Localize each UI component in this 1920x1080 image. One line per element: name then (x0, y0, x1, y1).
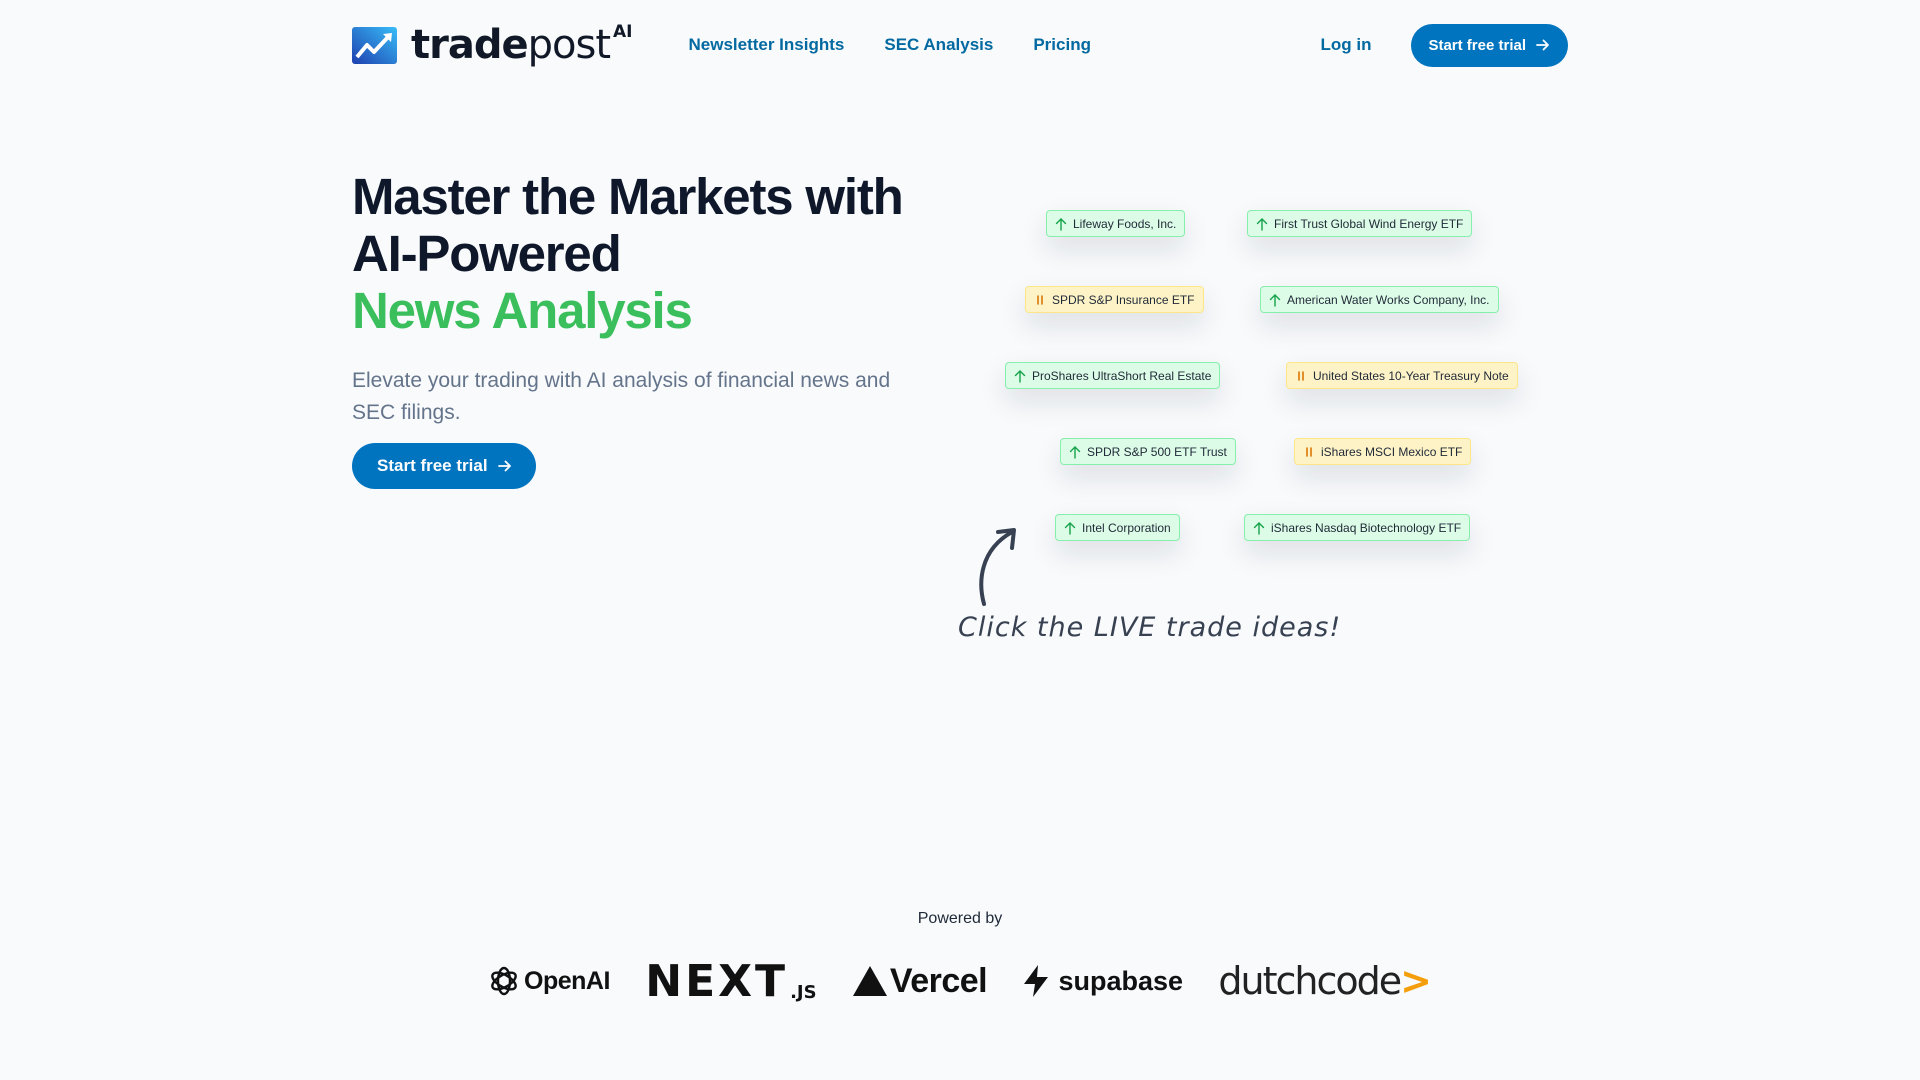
trade-idea-tag[interactable]: iShares MSCI Mexico ETF (1294, 438, 1472, 465)
arrow-right-icon (497, 460, 511, 472)
trade-idea-tag[interactable]: SPDR S&P 500 ETF Trust (1060, 438, 1236, 465)
pause-icon (1306, 446, 1312, 457)
trade-idea-label: United States 10-Year Treasury Note (1313, 368, 1509, 383)
dutchcode-wordmark: dutchcode (1218, 959, 1402, 1003)
start-trial-label: Start free trial (1428, 36, 1526, 54)
hero-title: Master the Markets with AI-Powered News … (352, 168, 952, 339)
trade-idea-label: American Water Works Company, Inc. (1287, 292, 1490, 307)
hero-subtitle: Elevate your trading with AI analysis of… (352, 369, 891, 424)
start-trial-button-hero[interactable]: Start free trial (352, 443, 536, 489)
hero-title-line1: Master the Markets with (352, 168, 904, 225)
trade-idea-tag[interactable]: American Water Works Company, Inc. (1260, 286, 1499, 313)
trade-idea-tag[interactable]: Lifeway Foods, Inc. (1046, 210, 1186, 237)
hand-drawn-arrow-icon (979, 528, 1016, 606)
chart-trend-icon (352, 26, 397, 64)
login-link[interactable]: Log in (1320, 35, 1371, 55)
trade-idea-label: ProShares UltraShort Real Estate (1032, 368, 1212, 383)
trade-idea-tag[interactable]: ProShares UltraShort Real Estate (1005, 362, 1221, 389)
dutchcode-chevron: > (1400, 959, 1432, 1003)
vercel-logo: Vercel (852, 961, 988, 1001)
start-trial-button-nav[interactable]: Start free trial (1411, 23, 1568, 67)
trade-idea-label: SPDR S&P 500 ETF Trust (1087, 444, 1227, 459)
trade-idea-tag[interactable]: United States 10-Year Treasury Note (1286, 362, 1518, 389)
partner-logos: OpenAI NEXT .JS Vercel supabase dutchcode… (488, 955, 1432, 1007)
arrow-up-icon (1269, 293, 1281, 307)
trade-idea-label: iShares Nasdaq Biotechnology ETF (1271, 520, 1462, 535)
nav-links: Newsletter Insights SEC Analysis Pricing (688, 35, 1090, 55)
pause-icon (1037, 294, 1043, 305)
supabase-bolt-icon (1024, 965, 1049, 997)
trade-idea-label: First Trust Global Wind Energy ETF (1274, 216, 1464, 231)
trade-idea-label: SPDR S&P Insurance ETF (1052, 292, 1195, 307)
start-trial-label: Start free trial (377, 456, 488, 475)
trade-ideas-callout: Click the LIVE trade ideas! (958, 612, 1342, 643)
trade-idea-tag[interactable]: First Trust Global Wind Energy ETF (1247, 210, 1473, 237)
vercel-triangle-icon (852, 966, 887, 996)
trade-idea-label: iShares MSCI Mexico ETF (1321, 444, 1463, 459)
openai-icon (491, 966, 517, 996)
supabase-wordmark: supabase (1058, 965, 1184, 996)
brand-logo[interactable]: trade post AI (352, 22, 632, 68)
trade-idea-label: Lifeway Foods, Inc. (1073, 216, 1177, 231)
vercel-wordmark: Vercel (889, 961, 988, 1000)
nextjs-wordmark: NEXT (645, 955, 789, 1007)
powered-by-label: Powered by (917, 910, 1003, 927)
arrow-up-icon (1014, 369, 1026, 383)
brand-main: trade (411, 22, 529, 68)
openai-logo: OpenAI (488, 965, 610, 997)
trade-idea-tag[interactable]: iShares Nasdaq Biotechnology ETF (1244, 514, 1471, 541)
arrow-up-icon (1055, 217, 1067, 231)
hero-section: Master the Markets with AI-Powered News … (352, 168, 952, 489)
brand-sup: AI (613, 22, 633, 42)
top-nav: trade post AI Newsletter Insights SEC Anal… (352, 22, 1568, 68)
nav-actions: Log in Start free trial (1320, 23, 1568, 67)
trade-idea-tag[interactable]: Intel Corporation (1055, 514, 1180, 541)
arrow-up-icon (1064, 521, 1076, 535)
arrow-right-icon (1536, 39, 1549, 51)
hero-title-line2: AI-Powered (352, 225, 622, 282)
trade-idea-label: Intel Corporation (1082, 520, 1171, 535)
nav-link-sec-analysis[interactable]: SEC Analysis (884, 35, 993, 55)
nextjs-suffix: .JS (790, 981, 817, 1003)
arrow-up-icon (1069, 445, 1081, 459)
arrow-up-icon (1256, 217, 1268, 231)
nav-link-newsletter-insights[interactable]: Newsletter Insights (688, 35, 844, 55)
brand-wordmark: trade post AI (411, 22, 633, 68)
nav-link-pricing[interactable]: Pricing (1033, 35, 1091, 55)
brand-light: post (527, 22, 611, 68)
hero-title-highlight: News Analysis (352, 282, 693, 339)
arrow-up-icon (1253, 521, 1265, 535)
supabase-logo: supabase (1022, 964, 1183, 998)
openai-wordmark: OpenAI (524, 966, 610, 995)
dutchcode-logo: dutchcode > (1218, 959, 1432, 1003)
pause-icon (1298, 370, 1304, 381)
nextjs-logo: NEXT .JS (645, 956, 816, 1007)
trade-idea-tag[interactable]: SPDR S&P Insurance ETF (1025, 286, 1204, 313)
